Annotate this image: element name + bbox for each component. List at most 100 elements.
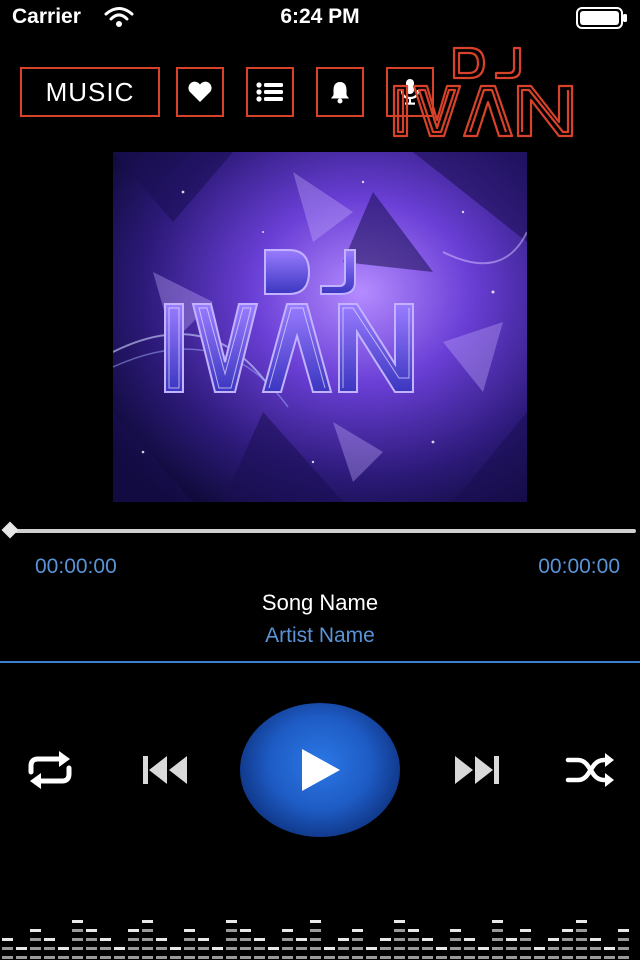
- equalizer-segment: [30, 947, 41, 950]
- equalizer-segment: [226, 956, 237, 959]
- equalizer-segment: [86, 956, 97, 959]
- equalizer-segment: [492, 947, 503, 950]
- notifications-button[interactable]: [316, 67, 364, 117]
- equalizer-segment: [128, 947, 139, 950]
- equalizer-segment: [86, 947, 97, 950]
- equalizer-segment: [156, 938, 167, 941]
- artist-name: Artist Name: [265, 624, 375, 647]
- music-tab-button[interactable]: MUSIC: [20, 67, 160, 117]
- favorites-button[interactable]: [176, 67, 224, 117]
- equalizer-segment: [226, 938, 237, 941]
- equalizer-segment: [520, 947, 531, 950]
- clock: 6:24 PM: [280, 5, 360, 28]
- equalizer-segment: [310, 947, 321, 950]
- equalizer-segment: [422, 938, 433, 941]
- playlist-button[interactable]: [246, 67, 294, 117]
- equalizer-segment: [450, 947, 461, 950]
- progress-slider[interactable]: [10, 529, 636, 533]
- equalizer-segment: [324, 947, 335, 950]
- equalizer-segment: [142, 920, 153, 923]
- equalizer-segment: [72, 929, 83, 932]
- equalizer-segment: [310, 956, 321, 959]
- equalizer-segment: [450, 929, 461, 932]
- equalizer-segment: [352, 956, 363, 959]
- equalizer-segment: [30, 956, 41, 959]
- equalizer-segment: [296, 956, 307, 959]
- song-title: Song Name: [261, 590, 379, 615]
- equalizer-segment: [492, 956, 503, 959]
- equalizer-segment: [240, 947, 251, 950]
- next-button[interactable]: [448, 745, 504, 795]
- equalizer-segment: [478, 947, 489, 950]
- equalizer-segment: [72, 947, 83, 950]
- progress-slider-thumb[interactable]: [1, 521, 19, 539]
- shuffle-button[interactable]: [560, 745, 620, 795]
- equalizer-segment: [590, 956, 601, 959]
- equalizer-segment: [394, 947, 405, 950]
- equalizer-segment: [100, 947, 111, 950]
- previous-button[interactable]: [138, 745, 194, 795]
- equalizer-segment: [86, 938, 97, 941]
- list-icon: [256, 82, 283, 102]
- equalizer-segment: [478, 956, 489, 959]
- equalizer-segment: [520, 956, 531, 959]
- equalizer-segment: [282, 929, 293, 932]
- equalizer-segment: [506, 938, 517, 941]
- equalizer-segment: [226, 929, 237, 932]
- previous-icon: [143, 756, 187, 784]
- equalizer-segment: [492, 920, 503, 923]
- equalizer-segment: [576, 938, 587, 941]
- equalizer-segment: [212, 947, 223, 950]
- equalizer-segment: [436, 947, 447, 950]
- equalizer-segment: [352, 938, 363, 941]
- play-icon: [302, 749, 340, 791]
- equalizer-segment: [534, 956, 545, 959]
- equalizer-segment: [562, 938, 573, 941]
- equalizer-segment: [618, 929, 629, 932]
- equalizer-segment: [604, 947, 615, 950]
- equalizer-segment: [506, 956, 517, 959]
- equalizer-segment: [408, 938, 419, 941]
- equalizer-segment: [394, 938, 405, 941]
- play-button[interactable]: [240, 703, 400, 837]
- equalizer-segment: [72, 920, 83, 923]
- equalizer-segment: [520, 938, 531, 941]
- equalizer-segment: [618, 938, 629, 941]
- equalizer-segment: [142, 938, 153, 941]
- equalizer-segment: [394, 929, 405, 932]
- equalizer-segment: [506, 947, 517, 950]
- equalizer-segment: [156, 947, 167, 950]
- equalizer-segment: [408, 929, 419, 932]
- repeat-button[interactable]: [20, 745, 80, 795]
- equalizer-segment: [436, 956, 447, 959]
- equalizer-segment: [352, 929, 363, 932]
- dj-ivan-logo: [392, 46, 574, 138]
- equalizer-segment: [338, 938, 349, 941]
- equalizer-segment: [576, 947, 587, 950]
- equalizer-segment: [310, 920, 321, 923]
- divider: [0, 661, 640, 663]
- equalizer-segment: [226, 920, 237, 923]
- equalizer-segment: [534, 947, 545, 950]
- equalizer-segment: [198, 947, 209, 950]
- equalizer-segment: [72, 938, 83, 941]
- equalizer-segment: [128, 929, 139, 932]
- equalizer-segment: [114, 956, 125, 959]
- equalizer-segment: [450, 956, 461, 959]
- status-bar: Carrier 6:24 PM: [0, 0, 640, 36]
- equalizer-segment: [548, 947, 559, 950]
- equalizer-segment: [2, 956, 13, 959]
- equalizer-segment: [520, 929, 531, 932]
- equalizer-segment: [100, 938, 111, 941]
- equalizer-visualizer: [2, 920, 629, 959]
- equalizer-segment: [58, 956, 69, 959]
- equalizer-segment: [30, 929, 41, 932]
- equalizer-segment: [492, 938, 503, 941]
- equalizer-segment: [44, 947, 55, 950]
- equalizer-segment: [128, 938, 139, 941]
- equalizer-segment: [282, 947, 293, 950]
- equalizer-segment: [254, 956, 265, 959]
- equalizer-segment: [394, 920, 405, 923]
- repeat-icon: [28, 751, 72, 789]
- equalizer-segment: [380, 938, 391, 941]
